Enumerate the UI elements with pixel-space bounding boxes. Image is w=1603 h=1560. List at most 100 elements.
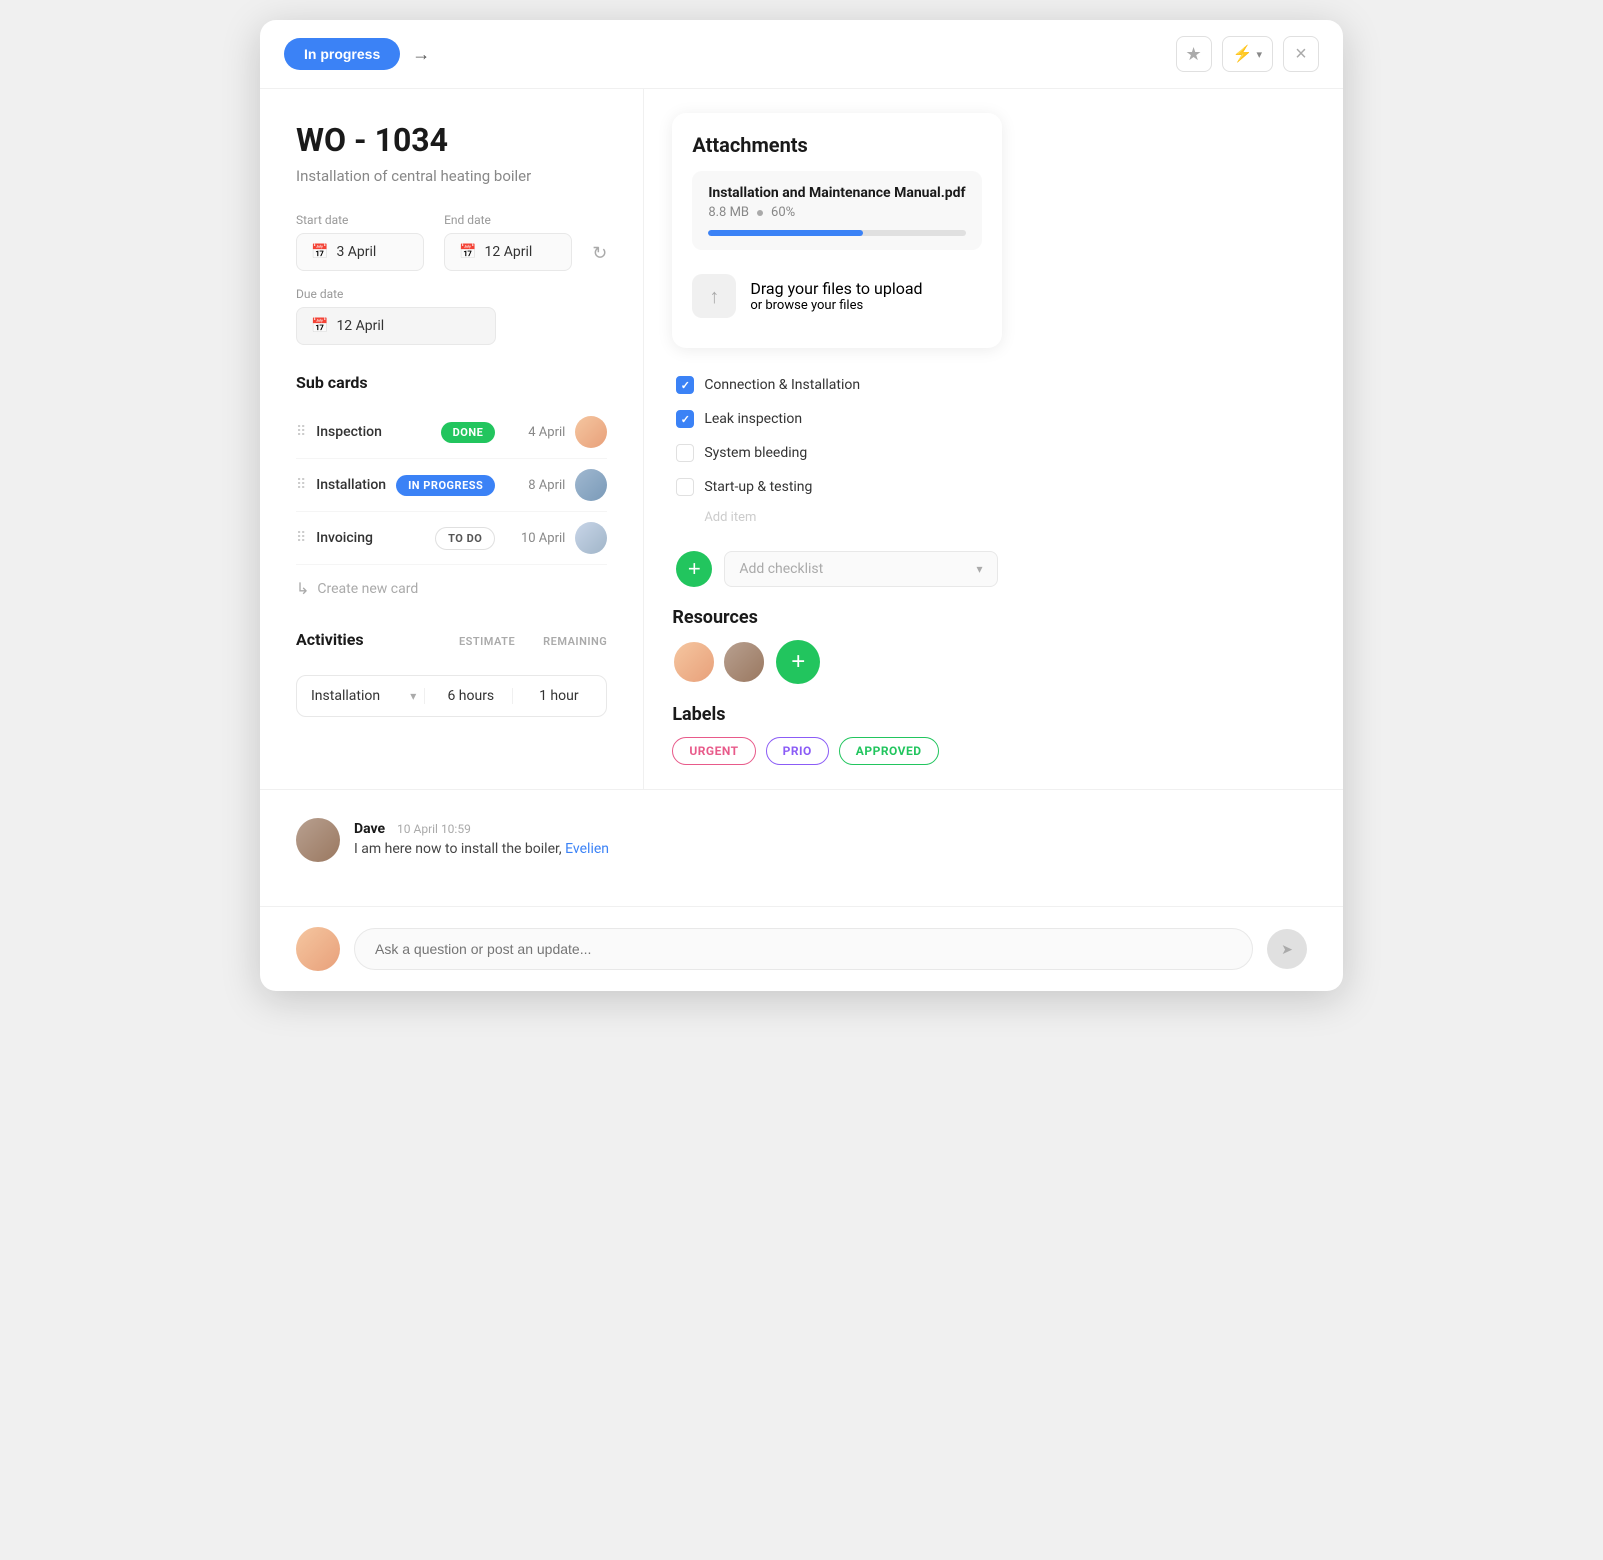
add-checklist-chevron-icon: ▾ bbox=[977, 562, 983, 576]
add-item-link[interactable]: Add item bbox=[676, 504, 997, 531]
activity-select[interactable]: Installation ▾ bbox=[311, 688, 416, 704]
add-checklist-row: + Add checklist ▾ bbox=[672, 551, 1001, 587]
checkbox[interactable] bbox=[676, 444, 694, 462]
end-date-input[interactable]: 📅 12 April bbox=[444, 233, 572, 271]
comment-text: I am here now to install the boiler, Eve… bbox=[354, 841, 609, 857]
label-prio[interactable]: PRIO bbox=[766, 737, 829, 765]
checklist-item: Leak inspection bbox=[676, 402, 997, 436]
add-checklist-input[interactable]: Add checklist ▾ bbox=[724, 551, 997, 587]
progress-bar-fill bbox=[708, 230, 862, 236]
close-button[interactable]: × bbox=[1283, 36, 1319, 72]
refresh-button[interactable]: ↻ bbox=[592, 235, 607, 271]
create-card-label: Create new card bbox=[317, 581, 418, 597]
comment-content: Dave 10 April 10:59 I am here now to ins… bbox=[354, 818, 609, 862]
resource-avatar-2 bbox=[722, 640, 766, 684]
attachment-meta: 8.8 MB 60% bbox=[708, 205, 965, 220]
due-date-row: Due date 📅 12 April bbox=[296, 287, 607, 345]
comment-mention: Evelien bbox=[565, 841, 609, 857]
end-date-group: End date 📅 12 April bbox=[444, 213, 572, 271]
sub-card-date: 8 April bbox=[505, 478, 565, 493]
activities-title: Activities bbox=[296, 630, 364, 649]
checklist-label: Leak inspection bbox=[704, 411, 802, 427]
sub-card-row: ⠿ Invoicing TO DO 10 April bbox=[296, 512, 607, 565]
due-date-input[interactable]: 📅 12 April bbox=[296, 307, 496, 345]
calendar-icon-due: 📅 bbox=[311, 318, 328, 334]
badge-done: DONE bbox=[441, 422, 496, 443]
labels-section: Labels URGENT PRIO APPROVED bbox=[672, 704, 1001, 765]
send-icon: ➤ bbox=[1281, 941, 1293, 958]
sub-card-date: 10 April bbox=[505, 531, 565, 546]
due-date-value: 12 April bbox=[336, 318, 384, 334]
top-bar-right: ★ ⚡ ▾ × bbox=[1176, 36, 1319, 72]
activity-remaining: 1 hour bbox=[512, 688, 592, 704]
sub-card-name: Inspection bbox=[316, 424, 430, 440]
checklist-section: Connection & Installation Leak inspectio… bbox=[672, 368, 1001, 531]
flash-icon: ⚡ bbox=[1233, 44, 1253, 64]
start-date-label: Start date bbox=[296, 213, 424, 227]
comment-author: Dave bbox=[354, 821, 385, 837]
send-button[interactable]: ➤ bbox=[1267, 929, 1307, 969]
upload-text: Drag your files to upload or browse your… bbox=[750, 279, 922, 313]
star-button[interactable]: ★ bbox=[1176, 36, 1212, 72]
arrow-right-button[interactable]: → bbox=[412, 44, 430, 65]
add-resource-button[interactable]: + bbox=[776, 640, 820, 684]
comment-input[interactable] bbox=[354, 928, 1253, 970]
drag-handle-icon[interactable]: ⠿ bbox=[296, 477, 306, 493]
resources-title: Resources bbox=[672, 607, 1001, 628]
checkbox[interactable] bbox=[676, 410, 694, 428]
dates-row: Start date 📅 3 April End date 📅 12 April… bbox=[296, 213, 607, 271]
drag-handle-icon[interactable]: ⠿ bbox=[296, 424, 306, 440]
attachment-filename: Installation and Maintenance Manual.pdf bbox=[708, 185, 965, 201]
activity-estimate: 6 hours bbox=[424, 688, 504, 704]
start-date-input[interactable]: 📅 3 April bbox=[296, 233, 424, 271]
checklist-label: Start-up & testing bbox=[704, 479, 812, 495]
link-arrow-icon: ↳ bbox=[296, 579, 309, 598]
label-approved[interactable]: APPROVED bbox=[839, 737, 939, 765]
upload-area[interactable]: ↑ Drag your files to upload or browse yo… bbox=[692, 264, 981, 328]
attachment-size: 8.8 MB bbox=[708, 205, 749, 220]
flash-button[interactable]: ⚡ ▾ bbox=[1222, 36, 1273, 72]
labels-row: URGENT PRIO APPROVED bbox=[672, 737, 1001, 765]
label-urgent[interactable]: URGENT bbox=[672, 737, 755, 765]
comment-input-avatar bbox=[296, 927, 340, 971]
labels-title: Labels bbox=[672, 704, 1001, 725]
comment-input-row: ➤ bbox=[260, 906, 1343, 991]
calendar-icon-end: 📅 bbox=[459, 244, 476, 260]
end-date-value: 12 April bbox=[485, 244, 533, 260]
activities-header: Activities ESTIMATE REMAINING bbox=[296, 630, 607, 663]
end-date-label: End date bbox=[444, 213, 572, 227]
dot-separator bbox=[757, 210, 763, 216]
avatar bbox=[575, 522, 607, 554]
chevron-down-icon: ▾ bbox=[410, 689, 416, 703]
star-icon: ★ bbox=[1185, 44, 1201, 65]
sub-card-row: ⠿ Inspection DONE 4 April bbox=[296, 406, 607, 459]
sub-card-name: Invoicing bbox=[316, 530, 425, 546]
add-checklist-button[interactable]: + bbox=[676, 551, 712, 587]
badge-inprogress: IN PROGRESS bbox=[396, 475, 495, 496]
upload-icon: ↑ bbox=[692, 274, 736, 318]
start-date-group: Start date 📅 3 April bbox=[296, 213, 424, 271]
drag-handle-icon[interactable]: ⠿ bbox=[296, 530, 306, 546]
attachments-card: Attachments Installation and Maintenance… bbox=[672, 113, 1001, 348]
arrow-right-icon: → bbox=[412, 44, 430, 64]
modal: In progress → ★ ⚡ ▾ × WO - 1034 Installa… bbox=[260, 20, 1343, 991]
comment-avatar bbox=[296, 818, 340, 862]
status-button[interactable]: In progress bbox=[284, 38, 400, 70]
wo-subtitle: Installation of central heating boiler bbox=[296, 167, 607, 185]
sub-cards-title: Sub cards bbox=[296, 373, 607, 392]
checkbox[interactable] bbox=[676, 376, 694, 394]
remaining-col-label: REMAINING bbox=[543, 635, 607, 648]
checkbox[interactable] bbox=[676, 478, 694, 496]
badge-todo: TO DO bbox=[435, 527, 495, 550]
top-bar: In progress → ★ ⚡ ▾ × bbox=[260, 20, 1343, 89]
resource-avatar-1 bbox=[672, 640, 716, 684]
create-new-card-link[interactable]: ↳ Create new card bbox=[296, 579, 607, 598]
comment-body: I am here now to install the boiler, bbox=[354, 841, 565, 857]
calendar-icon: 📅 bbox=[311, 244, 328, 260]
estimate-col-label: ESTIMATE bbox=[459, 635, 515, 648]
comment-time: 10 April 10:59 bbox=[397, 822, 471, 836]
upload-text-2: or browse your files bbox=[750, 298, 922, 313]
top-bar-left: In progress → bbox=[284, 38, 430, 70]
attachment-progress-label: 60% bbox=[771, 205, 795, 220]
checklist-item: Connection & Installation bbox=[676, 368, 997, 402]
